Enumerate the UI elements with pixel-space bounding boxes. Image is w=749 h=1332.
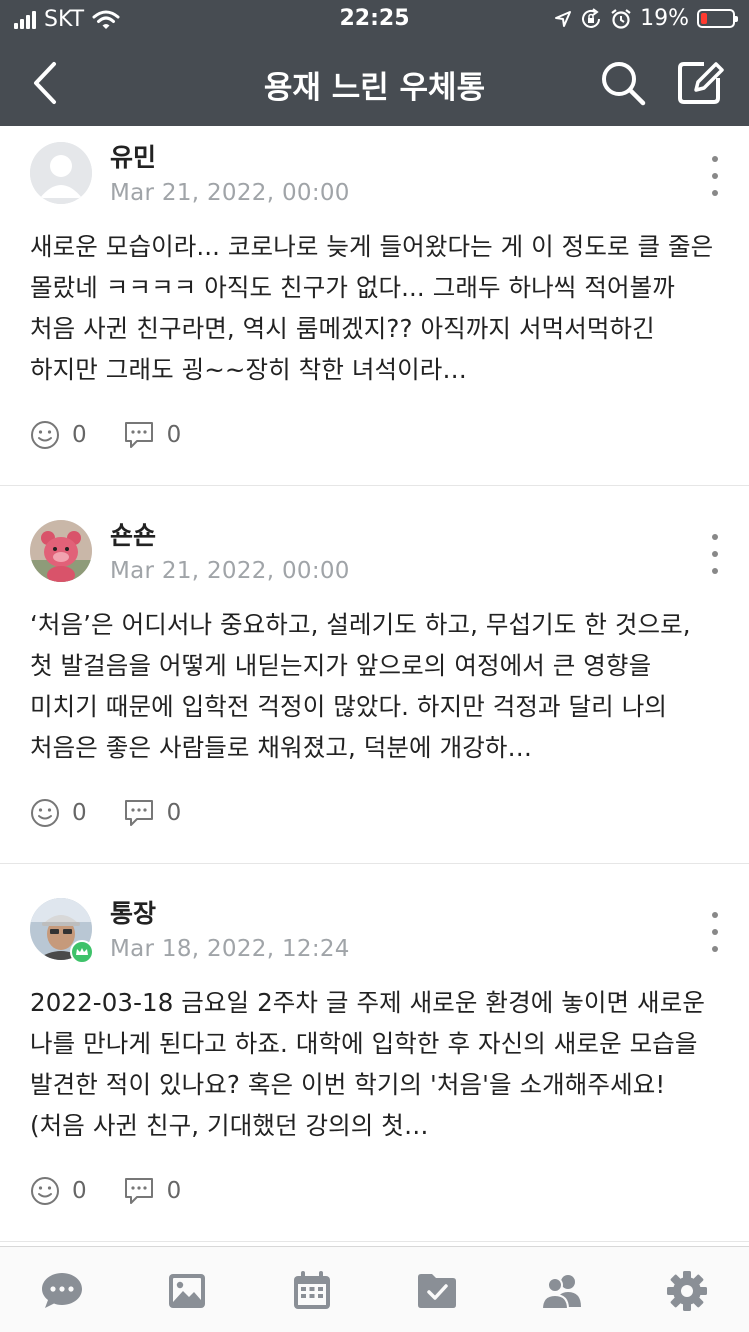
- tab-bar: [0, 1246, 749, 1332]
- smiley-icon: [31, 421, 59, 449]
- settings-icon[interactable]: [665, 1269, 709, 1313]
- author-name[interactable]: 유민: [110, 138, 156, 174]
- like-count: 0: [72, 422, 87, 448]
- compose-icon[interactable]: [674, 56, 726, 108]
- default-avatar-icon[interactable]: [30, 142, 92, 204]
- location-icon: [555, 10, 572, 27]
- post-item[interactable]: 숀숀 Mar 21, 2022, 00:00 ‘처음’은 어디서나 중요하고, …: [0, 504, 749, 864]
- author-name[interactable]: 숀숀: [110, 516, 156, 552]
- calendar-icon[interactable]: [290, 1269, 334, 1313]
- status-right: 19%: [554, 6, 738, 31]
- comment-icon: [124, 1178, 153, 1204]
- author-name[interactable]: 통장: [110, 894, 156, 930]
- rotation-lock-icon: [582, 7, 601, 28]
- comment-icon: [124, 800, 153, 826]
- comment-button[interactable]: 0: [123, 798, 182, 828]
- comment-button[interactable]: 0: [123, 420, 182, 450]
- comment-button[interactable]: 0: [123, 1176, 182, 1206]
- post-item[interactable]: 유민 Mar 21, 2022, 00:00 새로운 모습이라... 코로나로 …: [0, 126, 749, 486]
- post-body[interactable]: 2022-03-18 금요일 2주차 글 주제 새로운 환경에 놓이면 새로운 …: [30, 982, 720, 1146]
- post-item[interactable]: 통장 Mar 18, 2022, 12:24 2022-03-18 금요일 2주…: [0, 882, 749, 1242]
- post-body[interactable]: ‘처음’은 어디서나 중요하고, 설레기도 하고, 무섭기도 한 것으로, 첫 …: [30, 604, 720, 768]
- like-count: 0: [72, 1178, 87, 1204]
- post-body[interactable]: 새로운 모습이라... 코로나로 늦게 들어왔다는 게 이 정도로 클 줄은 몰…: [30, 226, 720, 390]
- post-date: Mar 21, 2022, 00:00: [110, 180, 350, 206]
- post-date: Mar 21, 2022, 00:00: [110, 558, 350, 584]
- chat-icon[interactable]: [40, 1269, 84, 1313]
- comment-count: 0: [166, 422, 182, 448]
- crown-badge-icon: [70, 940, 94, 964]
- like-button[interactable]: 0: [30, 1176, 87, 1206]
- post-actions: 0 0: [30, 420, 217, 450]
- post-actions: 0 0: [30, 798, 217, 828]
- battery-percent: 19%: [640, 6, 689, 31]
- nav-bar: 용재 느린 우체통: [0, 40, 749, 126]
- comment-count: 0: [166, 800, 182, 826]
- more-options-icon[interactable]: [705, 156, 725, 196]
- more-options-icon[interactable]: [705, 912, 725, 952]
- more-options-icon[interactable]: [705, 534, 725, 574]
- like-button[interactable]: 0: [30, 420, 87, 450]
- smiley-icon: [31, 1177, 59, 1205]
- members-icon[interactable]: [540, 1269, 584, 1313]
- folder-check-icon[interactable]: [415, 1269, 459, 1313]
- comment-count: 0: [166, 1178, 182, 1204]
- alarm-icon: [611, 8, 631, 29]
- comment-icon: [124, 422, 153, 448]
- like-button[interactable]: 0: [30, 798, 87, 828]
- post-actions: 0 0: [30, 1176, 217, 1206]
- post-date: Mar 18, 2022, 12:24: [110, 936, 350, 962]
- smiley-icon: [31, 799, 59, 827]
- photo-icon[interactable]: [165, 1269, 209, 1313]
- status-bar: SKT 22:25 19%: [0, 0, 749, 40]
- search-icon[interactable]: [598, 58, 648, 108]
- pink-bear-avatar[interactable]: [30, 520, 92, 582]
- like-count: 0: [72, 800, 87, 826]
- battery-icon: [697, 9, 738, 28]
